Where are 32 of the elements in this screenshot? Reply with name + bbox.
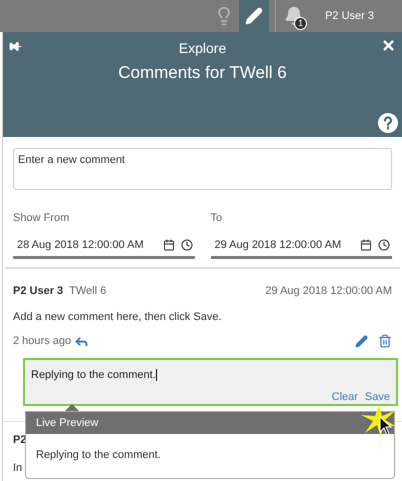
clock-icon[interactable] bbox=[378, 238, 390, 251]
preview-title: Live Preview bbox=[36, 416, 98, 431]
preview-text: Replying to the comment. bbox=[35, 448, 162, 463]
panel-title: Comments for TWell 6 bbox=[118, 62, 287, 84]
edit-icon[interactable] bbox=[355, 334, 368, 348]
filter-label: To bbox=[210, 211, 224, 226]
comment-text: Add a new comment here, then click Save. bbox=[13, 310, 222, 324]
reply-action-link[interactable]: Save bbox=[364, 389, 390, 406]
comment-well: TWell 6 bbox=[69, 284, 106, 299]
calendar-icon[interactable] bbox=[360, 238, 372, 251]
notification-badge: 1 bbox=[294, 17, 308, 30]
new-comment-field[interactable]: Enter a new comment bbox=[13, 148, 392, 190]
help-icon[interactable] bbox=[378, 113, 398, 133]
clock-icon[interactable] bbox=[180, 238, 192, 251]
calendar-icon[interactable] bbox=[162, 238, 174, 251]
filter-label: Show From bbox=[13, 211, 70, 226]
delete-icon[interactable] bbox=[378, 334, 392, 348]
comment-text: In bbox=[13, 461, 22, 476]
date-field[interactable]: 28 Aug 2018 12:00:00 AM bbox=[13, 236, 194, 259]
reply-action-link[interactable]: Clear bbox=[332, 389, 358, 406]
comment-author: P2 User 3 bbox=[13, 284, 64, 299]
comment-age: 2 hours ago bbox=[13, 334, 72, 349]
comment-date: 29 Aug 2018 12:00:00 AM bbox=[265, 284, 392, 299]
pin-icon[interactable] bbox=[9, 40, 22, 53]
toolbar-button[interactable] bbox=[239, 0, 270, 32]
close-icon[interactable] bbox=[381, 38, 396, 53]
panel-subtitle: Explore bbox=[178, 39, 226, 58]
user-name[interactable]: P2 User 3 bbox=[325, 8, 374, 24]
reply-box[interactable]: Replying to the comment. Clear Save bbox=[23, 358, 398, 406]
date-field[interactable]: 29 Aug 2018 12:00:00 AM bbox=[210, 236, 392, 259]
reply-text[interactable]: Replying to the comment. bbox=[31, 366, 390, 383]
pencil-icon bbox=[245, 7, 264, 25]
